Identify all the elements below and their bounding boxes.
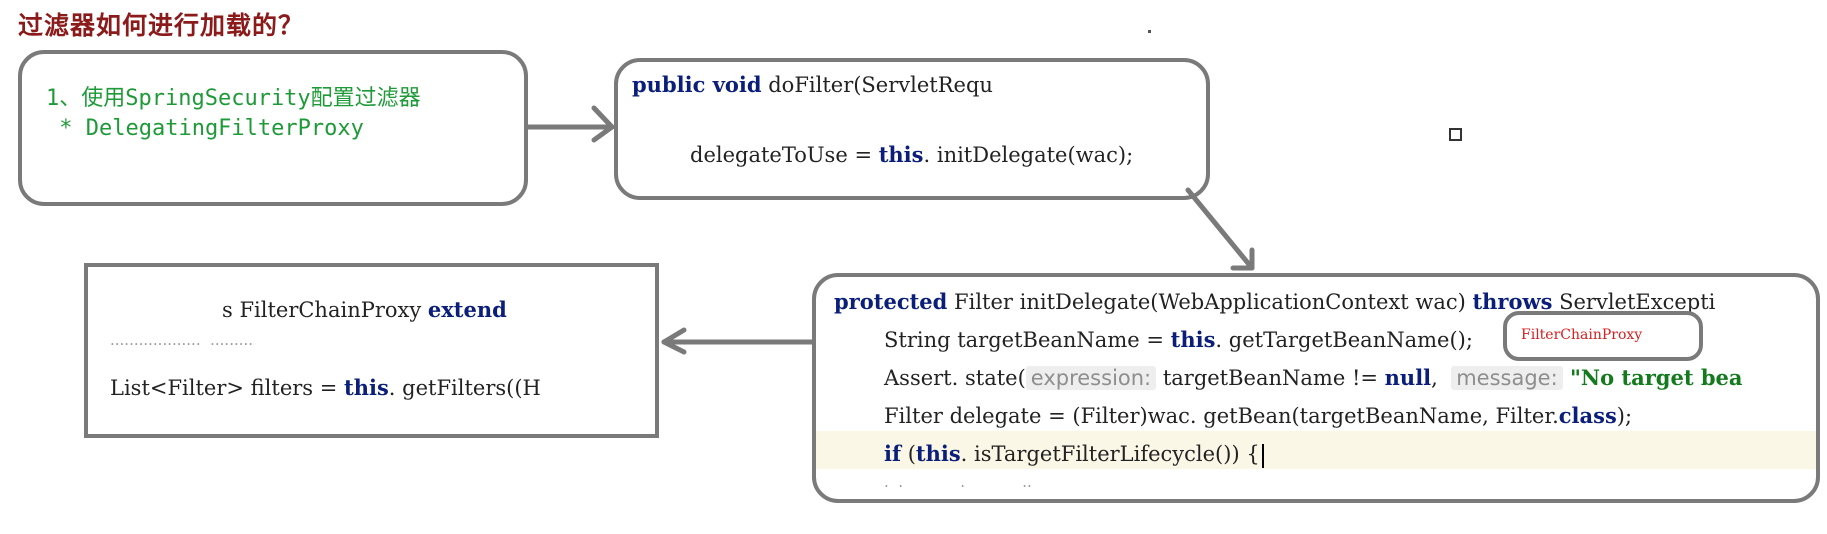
arrow-dofilter-to-initdelegate <box>1185 187 1255 271</box>
arrowhead-step-to-dofilter <box>591 105 615 143</box>
connector-arrows <box>525 105 1255 355</box>
